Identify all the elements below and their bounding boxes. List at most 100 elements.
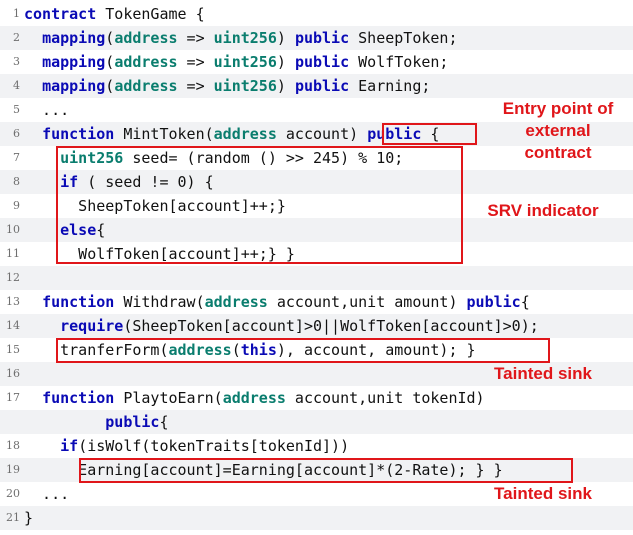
code-keyword: function [42, 125, 115, 143]
public-modifier-box [382, 123, 477, 145]
code-token: { [520, 293, 530, 311]
code-type: address [114, 77, 178, 95]
line-number: 13 [6, 295, 20, 308]
code-text: ... [24, 98, 69, 122]
code-line: 1 contract TokenGame { [0, 2, 633, 26]
code-text: if(isWolf(tokenTraits[tokenId])) [24, 434, 349, 458]
code-keyword: contract [24, 5, 97, 23]
line-number: 19 [6, 463, 20, 476]
code-keyword: public [294, 29, 350, 47]
code-token: (isWolf(tokenTraits[tokenId])) [78, 437, 350, 455]
code-keyword: function [42, 293, 115, 311]
line-number: 10 [6, 223, 20, 236]
code-token: ( [105, 53, 115, 71]
code-token: ... [24, 101, 70, 119]
code-token: } [24, 509, 34, 527]
line-number: 9 [13, 199, 20, 212]
srv-indicator-annotation: SRV indicator [487, 201, 599, 220]
code-keyword: mapping [42, 29, 106, 47]
code-token: ) [276, 53, 295, 71]
line-number: 20 [6, 487, 20, 500]
code-token: SheepToken; [349, 29, 458, 47]
code-text: mapping(address => uint256) public Earni… [24, 74, 430, 98]
code-token: ... [24, 485, 70, 503]
code-token: { [159, 413, 169, 431]
code-token: account) [276, 125, 368, 143]
code-line: 12 [0, 266, 633, 290]
code-type: uint256 [213, 77, 277, 95]
code-type: address [222, 389, 286, 407]
code-text: mapping(address => uint256) public WolfT… [24, 50, 448, 74]
code-text: function MintToken(address account) publ… [24, 122, 439, 146]
code-line: 18 if(isWolf(tokenTraits[tokenId])) [0, 434, 633, 458]
code-keyword: function [42, 389, 115, 407]
code-keyword: public [294, 53, 350, 71]
code-line: 14 require(SheepToken[account]>0||WolfTo… [0, 314, 633, 338]
code-keyword: if [60, 437, 79, 455]
line-number: 14 [6, 319, 20, 332]
code-text: function PlaytoEarn(address account,unit… [24, 386, 485, 410]
srv-indicator-box [56, 146, 463, 264]
code-token: ( [105, 77, 115, 95]
code-listing: 1 contract TokenGame {2 mapping(address =… [0, 0, 633, 535]
code-text: ... [24, 482, 69, 506]
code-token: account,unit amount) [267, 293, 467, 311]
code-token: WolfToken; [349, 53, 449, 71]
code-token: Earning; [349, 77, 431, 95]
line-number: 18 [6, 439, 20, 452]
code-type: address [213, 125, 277, 143]
code-text: require(SheepToken[account]>0||WolfToken… [24, 314, 539, 338]
code-text: mapping(address => uint256) public Sheep… [24, 26, 458, 50]
code-token: Withdraw( [114, 293, 205, 311]
code-token: account,unit tokenId) [285, 389, 485, 407]
code-token: => [177, 77, 214, 95]
code-keyword: require [60, 317, 124, 335]
line-number: 3 [13, 55, 20, 68]
code-text: public{ [24, 410, 169, 434]
line-number: 17 [6, 391, 20, 404]
code-token: ( [105, 29, 115, 47]
code-text: contract TokenGame { [24, 2, 205, 26]
line-number: 11 [6, 247, 20, 260]
line-number: 16 [6, 367, 20, 380]
code-token: ) [276, 29, 295, 47]
line-number: 21 [6, 511, 20, 524]
line-number: 7 [13, 151, 20, 164]
code-token: TokenGame { [96, 5, 205, 23]
code-line: 4 mapping(address => uint256) public Ear… [0, 74, 633, 98]
code-keyword: public [294, 77, 350, 95]
code-type: address [114, 29, 178, 47]
line-number: 15 [6, 343, 20, 356]
code-token: MintToken( [114, 125, 214, 143]
code-keyword: public [466, 293, 521, 311]
line-number: 5 [13, 103, 20, 116]
line-number: 6 [13, 127, 20, 140]
code-type: uint256 [213, 53, 277, 71]
line-number: 2 [13, 31, 20, 44]
tainted-sink-annotation-2: Tainted sink [494, 484, 592, 503]
code-keyword: public [105, 413, 160, 431]
tainted-sink-annotation-1: Tainted sink [494, 364, 592, 383]
code-token: PlaytoEarn( [114, 389, 223, 407]
code-line: 3 mapping(address => uint256) public Wol… [0, 50, 633, 74]
entry-point-annotation: Entry point of external contract [502, 99, 614, 162]
line-number: 1 [13, 7, 20, 20]
tainted-sink-box-1 [56, 338, 550, 363]
code-text: } [24, 506, 33, 530]
code-line: 17 function PlaytoEarn(address account,u… [0, 386, 633, 410]
code-line: 2 mapping(address => uint256) public She… [0, 26, 633, 50]
code-keyword: mapping [42, 53, 106, 71]
line-number: 4 [13, 79, 20, 92]
code-line: public{ [0, 410, 633, 434]
code-type: uint256 [213, 29, 277, 47]
line-number: 8 [13, 175, 20, 188]
